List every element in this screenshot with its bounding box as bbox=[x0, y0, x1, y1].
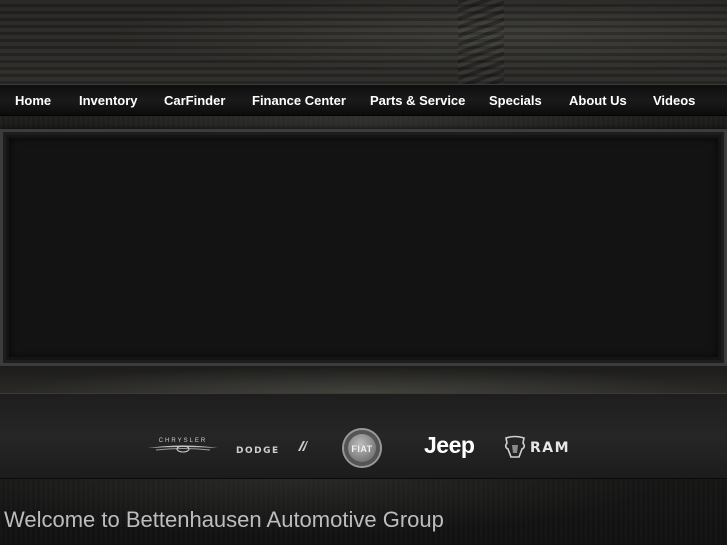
main-nav: Home Inventory CarFinder Finance Center … bbox=[0, 84, 727, 116]
ram-logo[interactable]: RAM bbox=[504, 435, 588, 461]
header-background bbox=[0, 0, 727, 84]
tire-track-decoration bbox=[458, 0, 504, 84]
nav-about-us[interactable]: About Us bbox=[569, 85, 627, 116]
chrysler-wings-icon bbox=[148, 445, 218, 453]
nav-specials[interactable]: Specials bbox=[489, 85, 542, 116]
ram-head-icon bbox=[504, 435, 526, 458]
divider-texture bbox=[0, 366, 727, 393]
jeep-logo[interactable]: Jeep bbox=[424, 432, 475, 459]
nav-parts-service[interactable]: Parts & Service bbox=[370, 85, 465, 116]
jeep-logo-text: Jeep bbox=[424, 432, 475, 458]
hero-slider[interactable] bbox=[0, 129, 727, 366]
nav-inventory[interactable]: Inventory bbox=[79, 85, 138, 116]
dodge-logo[interactable]: DODGE bbox=[236, 440, 310, 456]
nav-finance-center[interactable]: Finance Center bbox=[252, 85, 346, 116]
dodge-logo-text: DODGE bbox=[236, 446, 280, 456]
nav-home[interactable]: Home bbox=[15, 85, 51, 116]
nav-carfinder[interactable]: CarFinder bbox=[164, 85, 225, 116]
chrysler-logo[interactable]: CHRYSLER bbox=[146, 438, 220, 454]
welcome-heading: Welcome to Bettenhausen Automotive Group bbox=[4, 507, 444, 532]
fiat-logo-text: FIAT bbox=[351, 444, 373, 454]
fiat-logo[interactable]: FIAT bbox=[344, 430, 380, 466]
hero-slider-viewport bbox=[9, 138, 718, 357]
nav-videos[interactable]: Videos bbox=[653, 85, 695, 116]
ram-logo-text: RAM bbox=[530, 440, 571, 456]
dodge-stripes-icon bbox=[298, 441, 308, 451]
